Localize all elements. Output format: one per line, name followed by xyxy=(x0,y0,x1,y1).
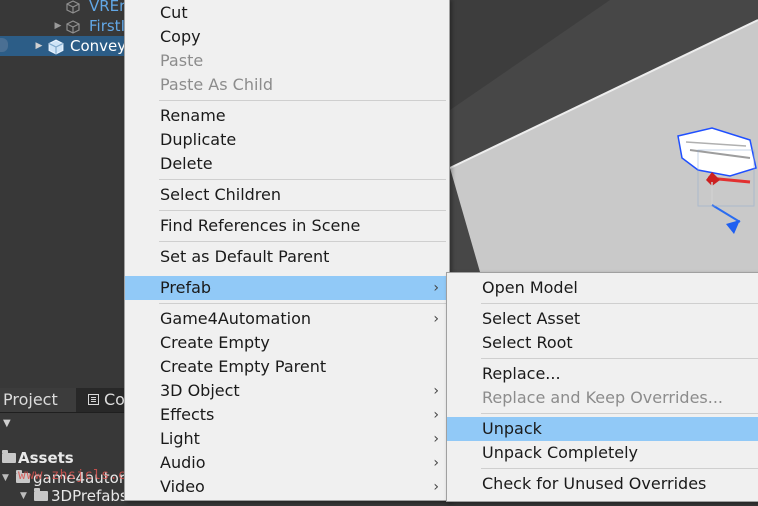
tab-project[interactable]: Project xyxy=(0,388,76,412)
menu-separator xyxy=(159,179,446,180)
menu-item-delete[interactable]: Delete xyxy=(125,152,449,176)
folder-icon xyxy=(34,488,48,501)
menu-item-label: Duplicate xyxy=(160,130,237,149)
menu-item-unpack[interactable]: Unpack xyxy=(447,417,758,441)
menu-separator xyxy=(159,210,446,211)
menu-item-label: Open Model xyxy=(482,278,578,297)
context-menu: Cut Copy Paste Paste As Child Rename Dup… xyxy=(124,0,450,501)
menu-item-check-unused-overrides[interactable]: Check for Unused Overrides xyxy=(447,472,758,496)
project-tab-bar: Project Co xyxy=(0,388,125,413)
hierarchy-row-label: FirstI xyxy=(89,17,125,35)
hierarchy-row-label: Convey xyxy=(70,37,127,55)
submenu-arrow-icon: › xyxy=(433,280,439,296)
menu-separator xyxy=(159,303,446,304)
menu-item-label: Check for Unused Overrides xyxy=(482,474,707,493)
menu-item-create-empty[interactable]: Create Empty xyxy=(125,331,449,355)
menu-item-set-default-parent[interactable]: Set as Default Parent xyxy=(125,245,449,269)
menu-item-unpack-completely[interactable]: Unpack Completely xyxy=(447,441,758,465)
menu-item-label: Cut xyxy=(160,3,188,22)
menu-separator xyxy=(159,241,446,242)
menu-item-label: Game4Automation xyxy=(160,309,311,328)
menu-item-label: Create Empty Parent xyxy=(160,357,327,376)
menu-item-effects[interactable]: Effects › xyxy=(125,403,449,427)
folder-icon xyxy=(2,450,16,463)
menu-item-find-references[interactable]: Find References in Scene xyxy=(125,214,449,238)
hierarchy-panel: VREr ▶ FirstI ▶ Convey xyxy=(0,0,127,388)
submenu-arrow-icon: › xyxy=(433,431,439,447)
menu-item-light[interactable]: Light › xyxy=(125,427,449,451)
menu-item-label: Replace... xyxy=(482,364,561,383)
scene-view[interactable] xyxy=(450,0,758,272)
submenu-arrow-icon: › xyxy=(433,479,439,495)
tab-console[interactable]: Co xyxy=(80,388,125,412)
prefab-submenu: Open Model Select Asset Select Root Repl… xyxy=(446,272,758,502)
menu-item-cut[interactable]: Cut xyxy=(125,1,449,25)
scene-canvas xyxy=(450,0,758,272)
hierarchy-row[interactable]: ▶ FirstI xyxy=(0,16,125,36)
menu-item-label: Copy xyxy=(160,27,201,46)
dropdown-arrow-icon[interactable]: ▼ xyxy=(3,418,11,429)
hierarchy-row[interactable]: VREr xyxy=(0,0,126,16)
submenu-arrow-icon: › xyxy=(433,455,439,471)
collapse-arrow-icon[interactable]: ▼ xyxy=(20,486,27,506)
project-tree-label: 3DPrefabs xyxy=(51,487,128,505)
menu-item-label: Paste xyxy=(160,51,204,70)
prefab-cube-icon xyxy=(66,19,80,34)
menu-separator xyxy=(481,468,758,469)
menu-item-label: Unpack Completely xyxy=(482,443,638,462)
prefab-cube-icon xyxy=(48,39,64,55)
menu-item-label: Delete xyxy=(160,154,213,173)
menu-item-duplicate[interactable]: Duplicate xyxy=(125,128,449,152)
collapse-arrow-icon[interactable]: ▼ xyxy=(2,468,9,488)
prefab-cube-icon xyxy=(66,0,80,14)
menu-item-label: Paste As Child xyxy=(160,75,273,94)
expand-arrow-icon[interactable]: ▶ xyxy=(52,16,64,36)
menu-item-label: Select Children xyxy=(160,185,282,204)
menu-item-label: Create Empty xyxy=(160,333,270,352)
menu-item-label: Select Asset xyxy=(482,309,581,328)
menu-separator xyxy=(481,303,758,304)
menu-separator xyxy=(481,358,758,359)
menu-item-label: Rename xyxy=(160,106,226,125)
menu-item-audio[interactable]: Audio › xyxy=(125,451,449,475)
menu-item-paste[interactable]: Paste xyxy=(125,49,449,73)
menu-item-label: Video xyxy=(160,477,205,496)
menu-item-rename[interactable]: Rename xyxy=(125,104,449,128)
menu-item-select-root[interactable]: Select Root xyxy=(447,331,758,355)
menu-item-label: Light xyxy=(160,429,200,448)
submenu-arrow-icon: › xyxy=(433,311,439,327)
submenu-arrow-icon: › xyxy=(433,407,439,423)
menu-item-open-model[interactable]: Open Model xyxy=(447,276,758,300)
hierarchy-row-selected[interactable]: ▶ Convey xyxy=(0,36,127,56)
menu-item-copy[interactable]: Copy xyxy=(125,25,449,49)
menu-item-create-empty-parent[interactable]: Create Empty Parent xyxy=(125,355,449,379)
menu-item-game4automation[interactable]: Game4Automation › xyxy=(125,307,449,331)
menu-item-video[interactable]: Video › xyxy=(125,475,449,499)
menu-item-select-children[interactable]: Select Children xyxy=(125,183,449,207)
menu-item-select-asset[interactable]: Select Asset xyxy=(447,307,758,331)
menu-item-replace[interactable]: Replace... xyxy=(447,362,758,386)
menu-item-prefab[interactable]: Prefab › xyxy=(125,276,449,300)
menu-item-label: Find References in Scene xyxy=(160,216,361,235)
menu-item-replace-keep-overrides[interactable]: Replace and Keep Overrides... xyxy=(447,386,758,410)
submenu-arrow-icon: › xyxy=(433,383,439,399)
expand-arrow-icon[interactable]: ▶ xyxy=(33,36,45,56)
menu-item-label: Set as Default Parent xyxy=(160,247,330,266)
menu-item-label: Prefab xyxy=(160,278,212,297)
menu-item-3d-object[interactable]: 3D Object › xyxy=(125,379,449,403)
menu-item-label: Effects xyxy=(160,405,215,424)
hierarchy-row-label: VREr xyxy=(89,0,126,15)
menu-separator xyxy=(481,413,758,414)
menu-item-label: Select Root xyxy=(482,333,573,352)
menu-item-label: Replace and Keep Overrides... xyxy=(482,388,724,407)
menu-item-label: Unpack xyxy=(482,419,542,438)
tab-console-label: Co xyxy=(104,390,125,409)
menu-item-label: Audio xyxy=(160,453,206,472)
menu-item-label: 3D Object xyxy=(160,381,240,400)
menu-item-paste-as-child[interactable]: Paste As Child xyxy=(125,73,449,97)
console-icon xyxy=(88,394,99,405)
menu-separator xyxy=(159,100,446,101)
